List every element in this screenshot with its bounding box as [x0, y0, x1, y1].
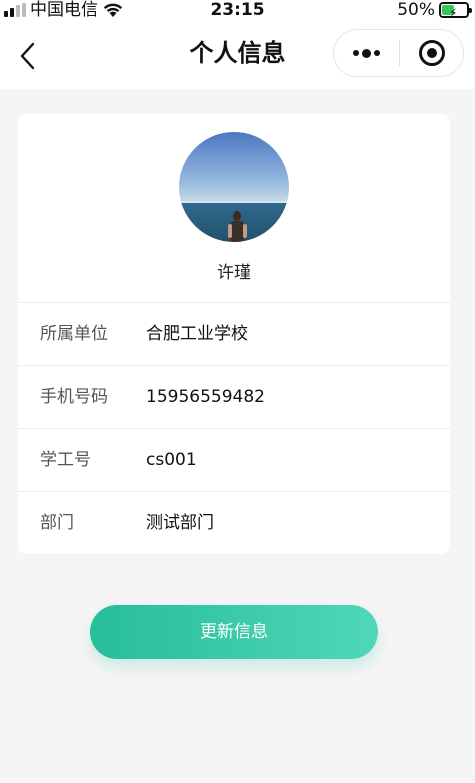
info-list: 所属单位 合肥工业学校 手机号码 15956559482 学工号 cs001 部…: [18, 302, 450, 554]
profile-card: 许瑾 所属单位 合肥工业学校 手机号码 15956559482 学工号 cs00…: [18, 114, 450, 554]
field-value: 合肥工业学校: [146, 324, 248, 344]
status-right: 50% ⚡: [397, 0, 472, 20]
status-bar: 中国电信 23:15 50% ⚡: [0, 0, 475, 22]
field-staff-id: 学工号 cs001: [18, 428, 450, 491]
field-label: 学工号: [40, 450, 91, 470]
field-value: 15956559482: [146, 387, 265, 407]
bolt-icon: ⚡: [449, 6, 458, 20]
field-label: 所属单位: [40, 324, 108, 344]
battery-charging-icon: ⚡: [439, 2, 472, 20]
avatar[interactable]: [179, 132, 289, 242]
target-circle-icon: [418, 40, 445, 66]
field-label: 手机号码: [40, 387, 108, 407]
field-department: 部门 测试部门: [18, 491, 450, 554]
field-value: 测试部门: [146, 513, 214, 533]
field-phone: 手机号码 15956559482: [18, 365, 450, 428]
field-value: cs001: [146, 450, 197, 470]
top-bar: 中国电信 23:15 50% ⚡ 个人信息: [0, 0, 475, 89]
more-dots-icon[interactable]: [334, 30, 399, 76]
field-label: 部门: [40, 513, 74, 533]
battery-percent: 50%: [397, 0, 435, 20]
user-name: 许瑾: [217, 263, 251, 283]
avatar-image: [179, 132, 289, 242]
mini-program-capsule: [333, 29, 464, 77]
field-organization: 所属单位 合肥工业学校: [18, 302, 450, 365]
update-info-button[interactable]: 更新信息: [90, 605, 378, 659]
close-miniprogram-button[interactable]: [400, 30, 463, 76]
